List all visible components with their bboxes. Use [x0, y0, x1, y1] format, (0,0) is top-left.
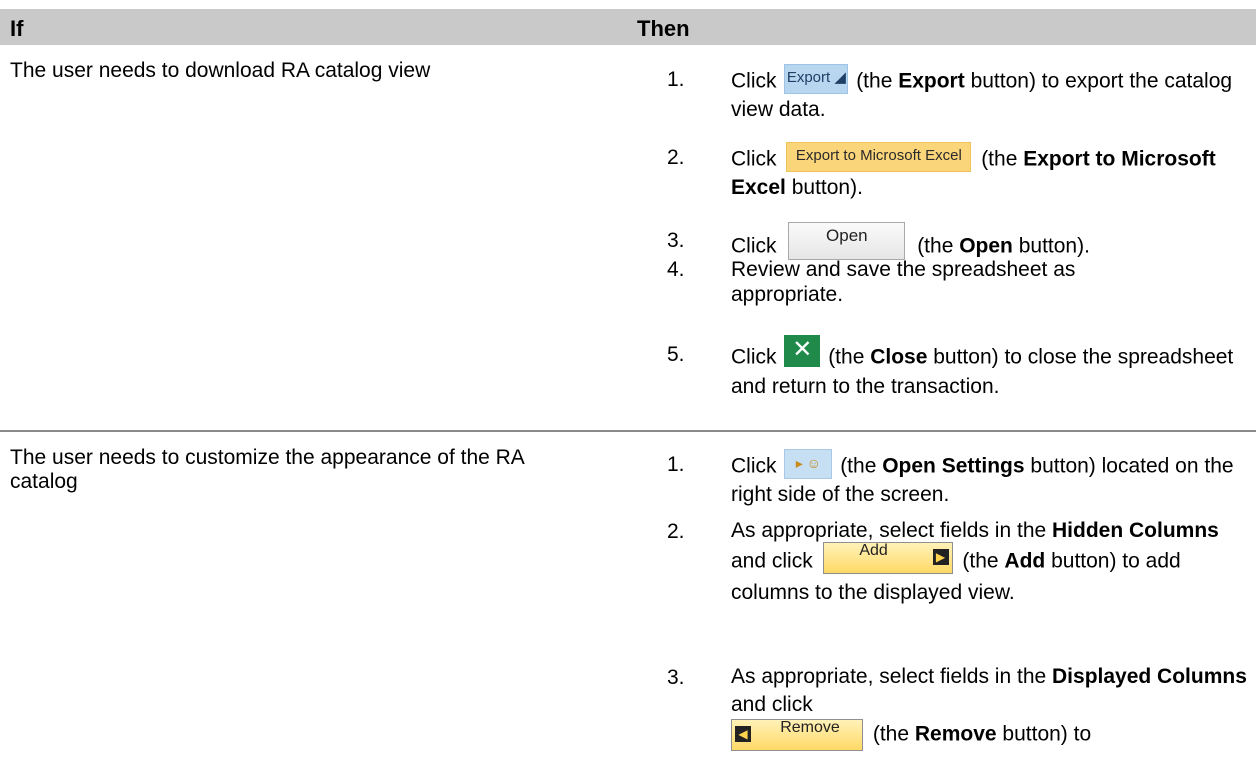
- step-text-paren: (the: [856, 69, 899, 93]
- step-text-mid: and click: [731, 693, 813, 716]
- step-number: 1.: [667, 453, 685, 476]
- step-text-pre: Click: [731, 454, 777, 478]
- export-to-excel-button[interactable]: Export to Microsoft Excel: [786, 142, 972, 172]
- step-number: 2.: [667, 146, 685, 169]
- step-text-bold: Close: [870, 345, 928, 369]
- remove-button[interactable]: ◀ Remove: [731, 719, 863, 751]
- procedure-table: If Then The user needs to download RA ca…: [0, 0, 1256, 755]
- table-row: The user needs to download RA catalog vi…: [0, 45, 1256, 428]
- header-then: Then: [637, 16, 690, 41]
- step-number: 5.: [667, 343, 685, 366]
- step-text-paren: (the: [981, 147, 1024, 171]
- step-text-bold: Export: [898, 69, 965, 93]
- step-text-post: button).: [785, 176, 863, 199]
- step-text-bold: Remove: [914, 722, 997, 746]
- remove-button-label: Remove: [780, 719, 840, 736]
- step-text-pre: Click: [731, 234, 777, 258]
- step-text: Click Export ◢ (the Export button) to ex…: [731, 64, 1251, 122]
- step-text-bold: Open: [959, 234, 1013, 258]
- step-text: Click Export to Microsoft Excel (the Exp…: [731, 142, 1251, 200]
- step-text-paren: (the: [828, 345, 871, 369]
- header-if: If: [10, 16, 24, 41]
- right-arrow-icon: ▶: [932, 549, 949, 565]
- step-text: Click ✕ (the Close button) to close the …: [731, 335, 1251, 399]
- step-number: 3.: [667, 666, 685, 689]
- excel-close-x-icon[interactable]: ✕: [784, 335, 821, 367]
- step-text: Click ▸ ☺ (the Open Settings button) loc…: [731, 449, 1251, 507]
- step-number: 4.: [667, 258, 685, 281]
- step-text-mid: and click: [731, 549, 813, 573]
- step-text-pre: Click: [731, 69, 777, 93]
- if-condition: The user needs to customize the appearan…: [10, 446, 524, 493]
- step-text-paren: (the: [962, 549, 1005, 573]
- step-text-bold: Hidden Columns: [1052, 519, 1219, 542]
- table-header: If Then: [0, 9, 1256, 45]
- open-button[interactable]: Open: [788, 222, 906, 260]
- step-text-bold: Open Settings: [882, 454, 1025, 478]
- step-text-paren: (the: [917, 234, 960, 258]
- step-text-paren: (the: [872, 722, 915, 746]
- step-text-pre: As appropriate, select fields in the: [731, 665, 1053, 688]
- if-condition: The user needs to download RA catalog vi…: [10, 59, 431, 82]
- open-settings-icon[interactable]: ▸ ☺: [784, 449, 833, 479]
- step-text-post: button).: [1012, 234, 1090, 258]
- step-text-pre: Click: [731, 147, 777, 171]
- export-button[interactable]: Export ◢: [784, 64, 849, 94]
- add-button[interactable]: Add ▶: [822, 542, 953, 574]
- table-row: The user needs to customize the appearan…: [0, 430, 1256, 757]
- step-text: As appropriate, select fields in the Hid…: [731, 516, 1251, 608]
- step-text-pre: Click: [731, 345, 777, 369]
- step-text-pre: As appropriate, select fields in the: [731, 519, 1053, 542]
- step-number: 3.: [667, 229, 685, 252]
- step-text-paren: (the: [840, 454, 883, 478]
- step-text-bold: Displayed Columns: [1052, 665, 1247, 688]
- add-button-label: Add: [859, 542, 888, 559]
- step-text: Review and save the spreadsheet as appro…: [731, 258, 1076, 306]
- step-number: 2.: [667, 520, 685, 543]
- left-arrow-icon: ◀: [735, 726, 751, 742]
- step-text-post: button) to: [996, 722, 1092, 746]
- step-text-bold: Add: [1004, 549, 1046, 573]
- step-number: 1.: [667, 68, 685, 91]
- step-text: As appropriate, select fields in the Dis…: [731, 663, 1251, 751]
